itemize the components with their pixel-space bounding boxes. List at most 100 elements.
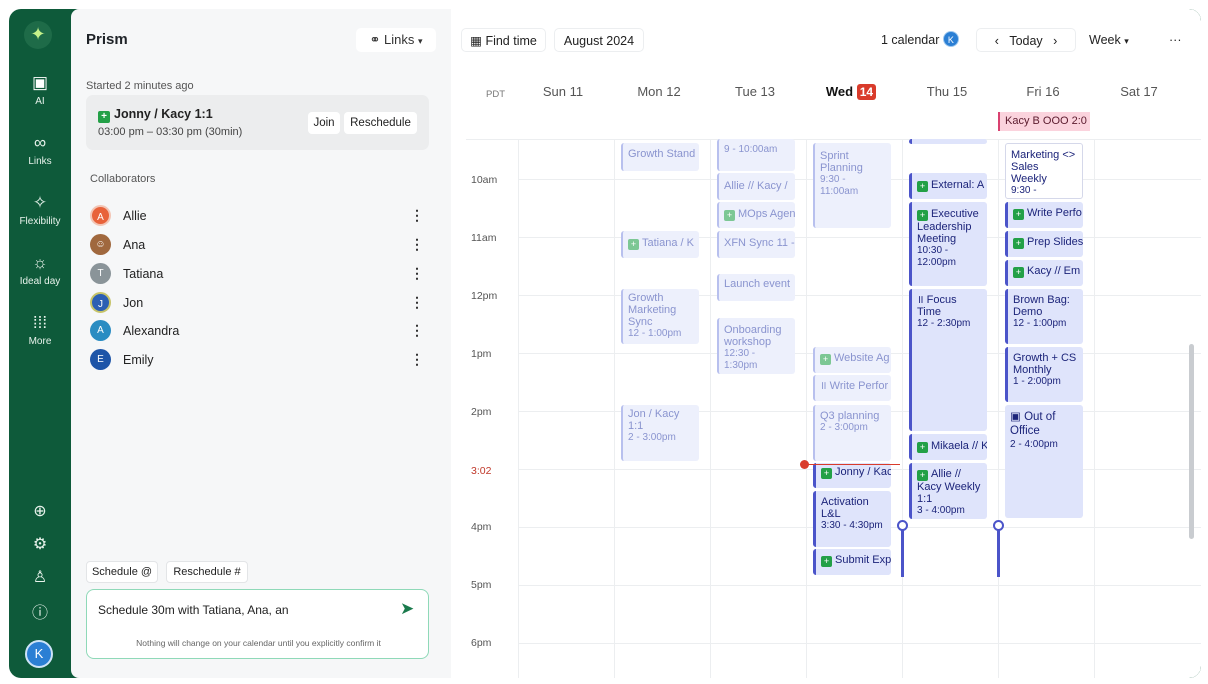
month-selector[interactable]: August 2024 [554, 28, 644, 52]
grid-line [902, 139, 903, 678]
calendar-event[interactable]: Onboarding workshop 12:30 - 1:30pm [717, 318, 795, 374]
collaborator-row[interactable]: A Alexandra ⋮ [90, 320, 424, 344]
plus-icon: + [820, 354, 831, 365]
reschedule-chip[interactable]: Reschedule # [166, 561, 248, 583]
schedule-chip[interactable]: Schedule @ [86, 561, 158, 583]
calendar-event[interactable]: Marketing <> Sales Weekly9:30 - 10:30am [1005, 143, 1083, 199]
calendar-event[interactable]: Jon / Kacy 1:1 2 - 3:00pm [621, 405, 699, 461]
chevron-left-icon[interactable]: ‹ [995, 34, 999, 48]
grid-line [998, 139, 999, 678]
calendar-event[interactable]: ॥ Write Perfor [813, 375, 891, 401]
calendar-event[interactable]: XFN Sync 11 - [717, 231, 795, 258]
calendar-event[interactable]: + MOps Agen [717, 202, 795, 228]
view-dropdown[interactable]: Week ▾ [1089, 28, 1141, 52]
prism-logo-icon[interactable]: ✦ [24, 21, 52, 49]
globe-icon[interactable]: ⊕ [9, 501, 71, 521]
collaborator-row[interactable]: T Tatiana ⋮ [90, 263, 424, 287]
rail-item-ai[interactable]: ▣ AI [9, 73, 71, 107]
compose-box[interactable]: Schedule 30m with Tatiana, Ana, an ➤ Not… [86, 589, 429, 659]
drag-handle[interactable] [901, 525, 904, 577]
calendar-event[interactable]: Growth Stand [621, 143, 699, 171]
rail-item-more[interactable]: ⁞⁞⁞ More [9, 313, 71, 347]
add-user-icon[interactable]: ♙ [9, 567, 71, 587]
more-vertical-icon[interactable]: ⋮ [410, 265, 424, 282]
join-button[interactable]: Join [308, 112, 340, 134]
help-icon[interactable]: ⓘ [9, 599, 71, 623]
day-header-today[interactable]: Wed 14 [803, 84, 899, 100]
grid-line [518, 139, 519, 678]
calendar-event[interactable]: + Submit Exp [813, 549, 891, 575]
calendar-event[interactable]: 9 - 10:00am [717, 139, 795, 171]
calendar-event[interactable]: + Executive Leadership Meeting 10:30 - 12:… [909, 202, 987, 286]
calendar-event[interactable]: Sprint Planning 9:30 - 11:00am [813, 143, 891, 228]
calendar-event[interactable]: + Allie // Kacy Weekly 1:1 3 - 4:00pm [909, 463, 987, 519]
more-vertical-icon[interactable]: ⋮ [410, 322, 424, 339]
day-header[interactable]: Sun 11 [515, 84, 611, 99]
collaborator-name: Emily [123, 353, 154, 367]
collaborator-row[interactable]: ☺ Ana ⋮ [90, 234, 424, 258]
calendar-event[interactable]: + Kacy // Em [1005, 260, 1083, 286]
calendar-event[interactable]: Activation L&L 3:30 - 4:30pm [813, 491, 891, 547]
calendar-event[interactable]: + Jonny / Kac [813, 463, 891, 488]
calendar-event[interactable]: + Tatiana / K [621, 231, 699, 258]
avatar[interactable]: K [25, 640, 53, 668]
calendar-event[interactable]: ॥ Focus Time 12 - 2:30pm [909, 289, 987, 431]
calendar-event[interactable]: ▣ Out of Office 2 - 4:00pm [1005, 405, 1083, 518]
calendar-event[interactable] [909, 139, 987, 144]
today-button[interactable]: Today [1009, 34, 1042, 48]
event-title: MOps Agen [738, 208, 795, 220]
collaborator-name: Ana [123, 238, 146, 252]
drag-handle-icon[interactable] [897, 520, 908, 531]
more-options-icon[interactable]: ··· [1169, 28, 1191, 52]
links-dropdown[interactable]: ⚭ Links ▾ [356, 28, 436, 52]
day-header[interactable]: Sat 17 [1091, 84, 1187, 99]
event-title: Jon / Kacy 1:1 [628, 408, 680, 432]
all-day-event[interactable]: Kacy B OOO 2:0 [998, 112, 1090, 131]
more-vertical-icon[interactable]: ⋮ [410, 236, 424, 253]
rail-item-ideal-day[interactable]: ☼ Ideal day [9, 253, 71, 287]
rail-item-label: Ideal day [19, 276, 61, 287]
calendar-event[interactable]: + Prep Slides [1005, 231, 1083, 257]
drag-handle-icon[interactable] [993, 520, 1004, 531]
current-time-dot [800, 460, 809, 469]
calendar-event[interactable]: Launch event [717, 274, 795, 301]
calendar-event[interactable]: + External: A [909, 173, 987, 199]
calendar-event[interactable]: Allie // Kacy / [717, 173, 795, 200]
day-header[interactable]: Tue 13 [707, 84, 803, 99]
settings-icon[interactable]: ⚙ [9, 534, 71, 554]
day-header[interactable]: Mon 12 [611, 84, 707, 99]
reschedule-button[interactable]: Reschedule [344, 112, 417, 134]
calendar-event[interactable]: + Website Ag [813, 347, 891, 373]
compose-input[interactable]: Schedule 30m with Tatiana, Ana, an [98, 603, 289, 617]
avatar: T [90, 263, 111, 284]
avatar: A [90, 320, 111, 341]
chevron-right-icon[interactable]: › [1053, 34, 1057, 48]
scrollbar[interactable] [1189, 344, 1194, 539]
calendars-selector[interactable]: 1 calendar K [881, 28, 969, 52]
day-header[interactable]: Thu 15 [899, 84, 995, 99]
send-icon[interactable]: ➤ [400, 599, 414, 619]
more-vertical-icon[interactable]: ⋮ [410, 351, 424, 368]
day-header[interactable]: Fri 16 [995, 84, 1091, 99]
rail-item-flexibility[interactable]: ✧ Flexibility [9, 193, 71, 227]
event-time: 12 - 1:00pm [628, 328, 682, 339]
grid-line [806, 139, 807, 678]
event-time: 9:30 - 10:30am [1011, 185, 1050, 198]
collaborator-row[interactable]: A Allie ⋮ [90, 205, 424, 229]
calendar-event[interactable]: + Write Perfo [1005, 202, 1083, 228]
drag-handle[interactable] [997, 525, 1000, 577]
time-label: 12pm [471, 290, 498, 302]
collaborator-row[interactable]: E Emily ⋮ [90, 349, 424, 373]
today-badge: 14 [856, 84, 877, 100]
more-vertical-icon[interactable]: ⋮ [410, 207, 424, 224]
rail-item-links[interactable]: ∞ Links [9, 133, 71, 167]
time-label: 6pm [471, 637, 492, 649]
calendar-event[interactable]: Growth + CS Monthly 1 - 2:00pm [1005, 347, 1083, 402]
calendar-event[interactable]: Q3 planning 2 - 3:00pm [813, 405, 891, 461]
calendar-event[interactable]: Brown Bag: Demo 12 - 1:00pm [1005, 289, 1083, 344]
collaborator-row[interactable]: J Jon ⋮ [90, 292, 424, 316]
more-vertical-icon[interactable]: ⋮ [410, 294, 424, 311]
find-time-button[interactable]: ▦ Find time [461, 28, 546, 52]
calendar-event[interactable]: + Mikaela // K [909, 434, 987, 460]
calendar-event[interactable]: Growth Marketing Sync 12 - 1:00pm [621, 289, 699, 344]
